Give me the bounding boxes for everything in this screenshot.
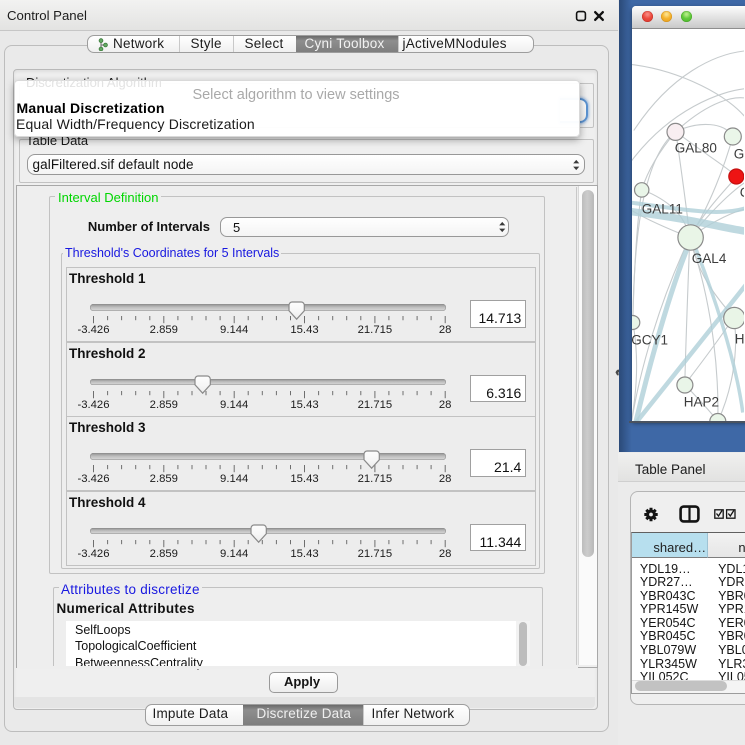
svg-text:HAP2: HAP2 bbox=[684, 394, 719, 409]
svg-text:C: C bbox=[740, 185, 745, 200]
svg-text:GAL80: GAL80 bbox=[675, 140, 717, 155]
svg-text:H: H bbox=[735, 331, 745, 346]
svg-text:GAL11: GAL11 bbox=[642, 201, 683, 216]
svg-text:GA: GA bbox=[734, 146, 745, 161]
svg-text:GAL4: GAL4 bbox=[692, 251, 727, 266]
svg-text:GCY1: GCY1 bbox=[632, 332, 668, 347]
